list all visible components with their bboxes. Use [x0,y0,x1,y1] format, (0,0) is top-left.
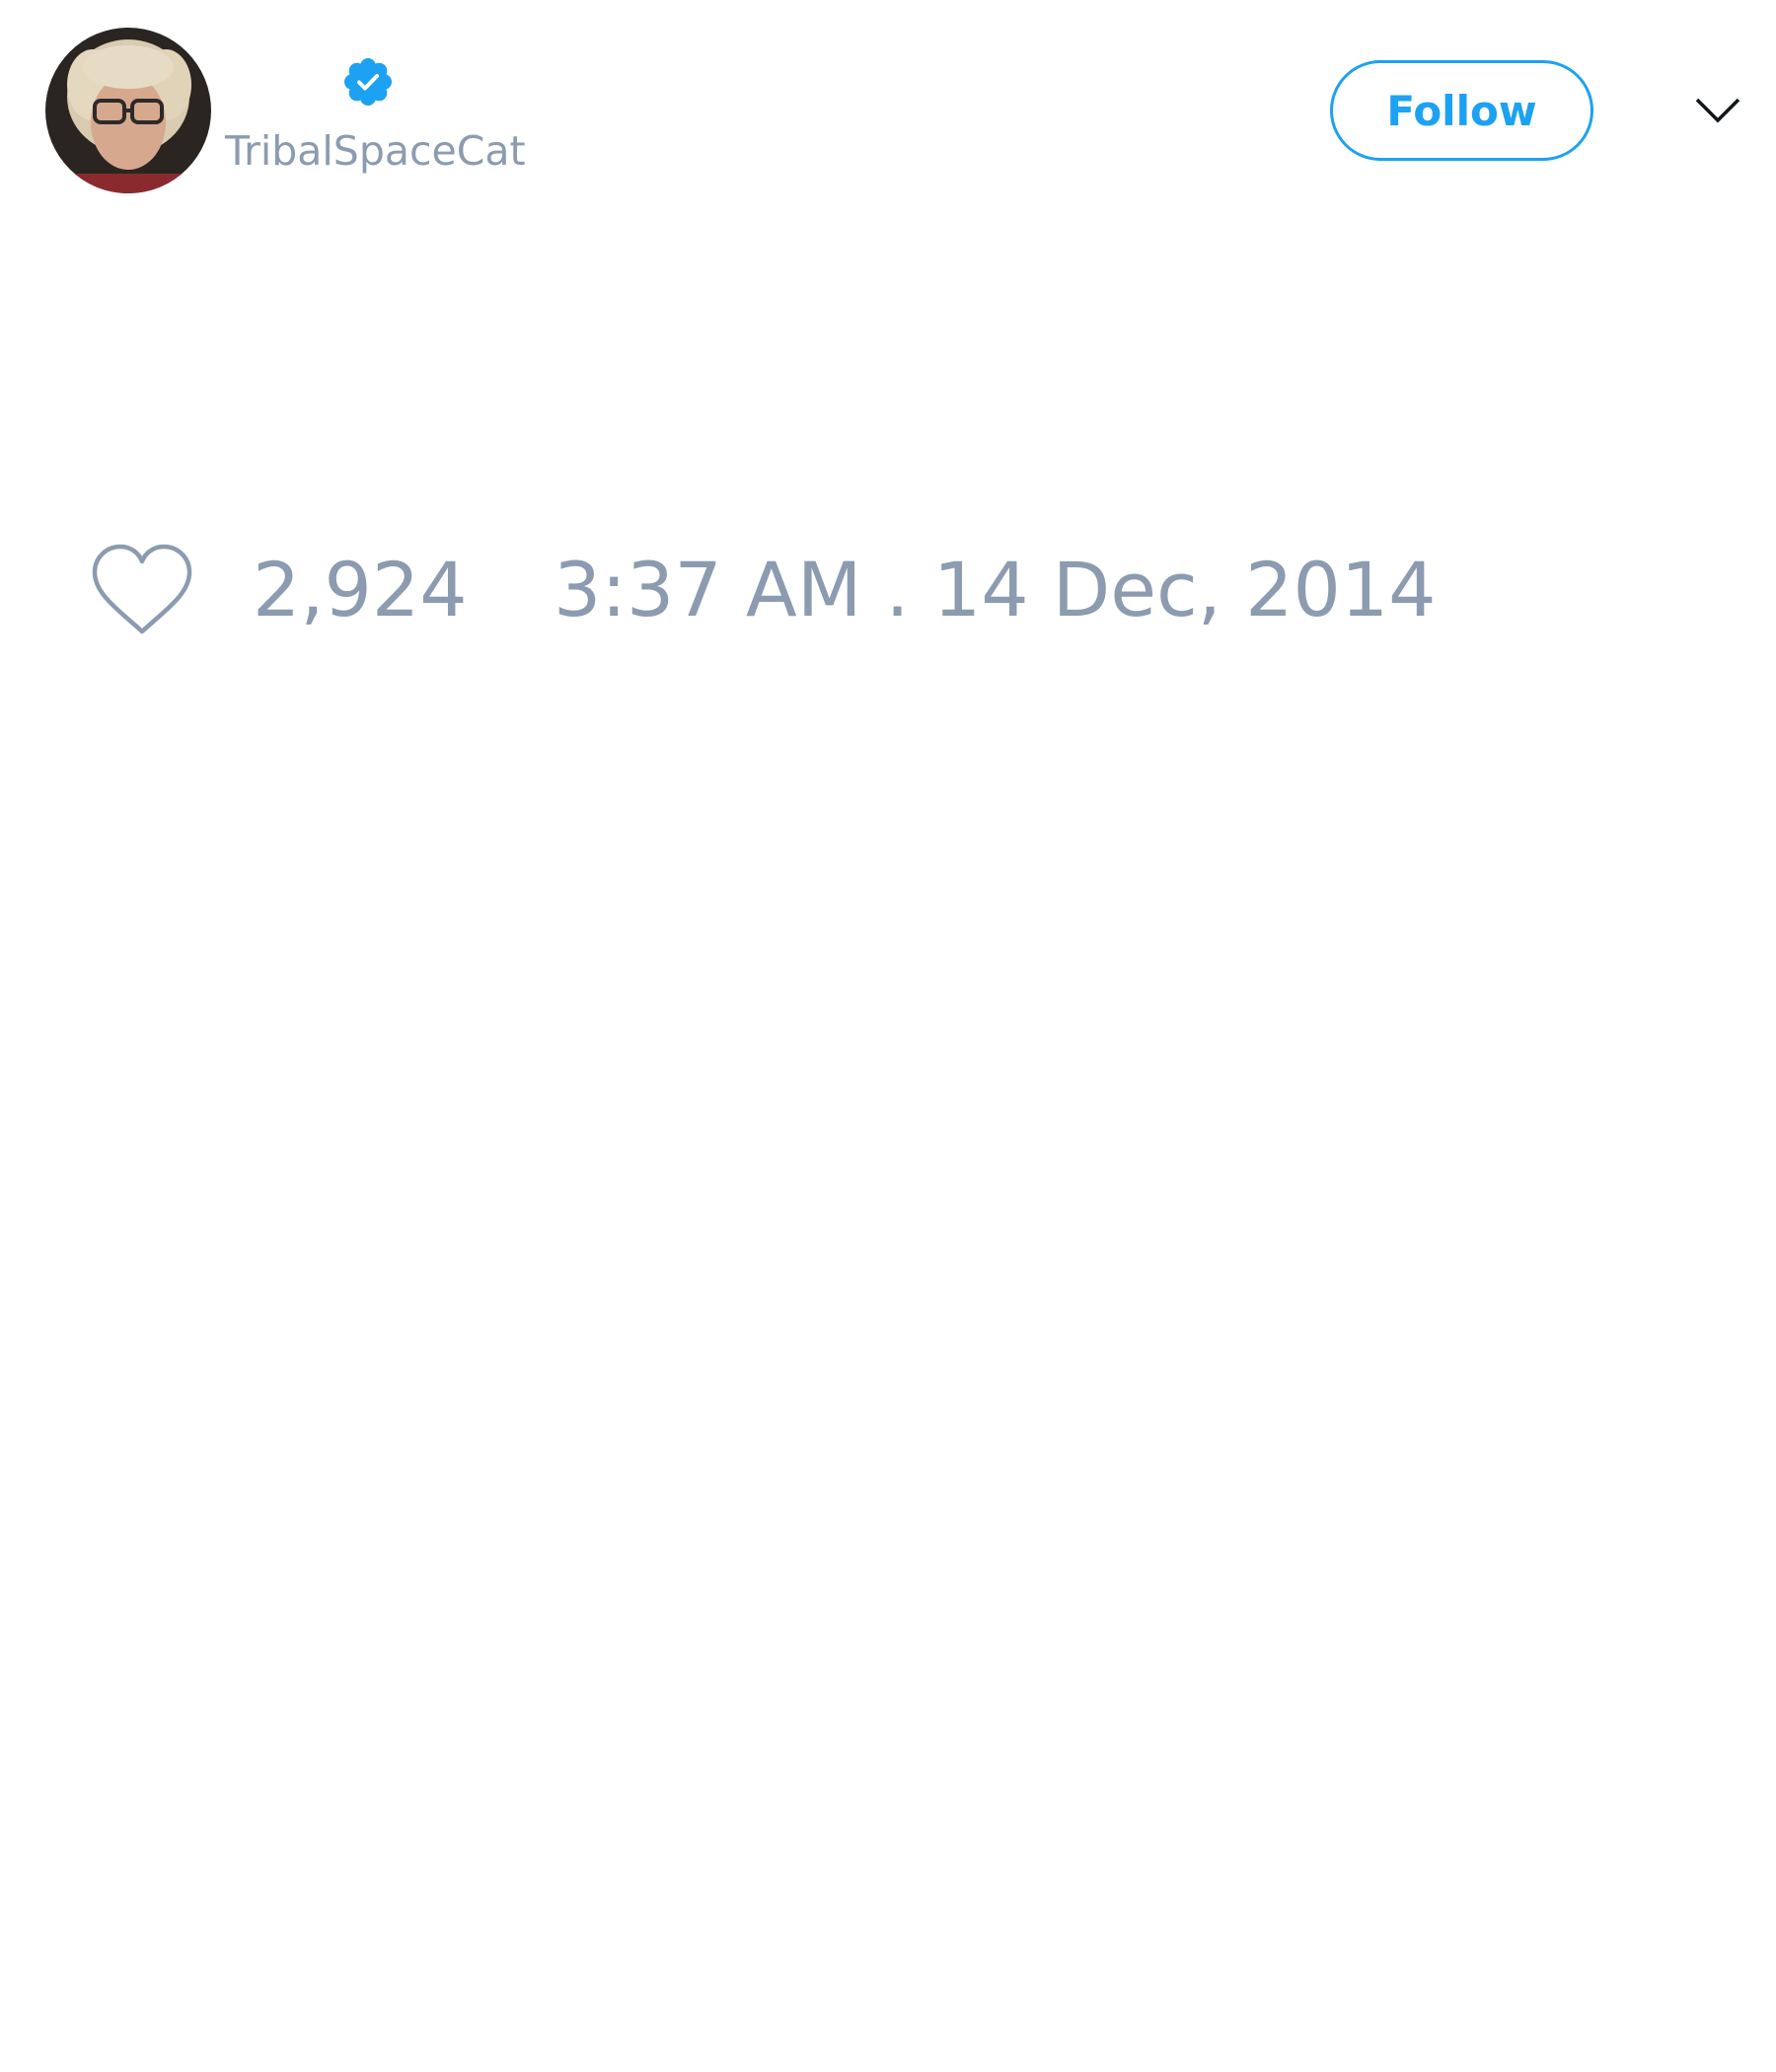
verified-badge-icon [344,58,392,106]
heart-icon[interactable] [89,543,195,636]
like-count: 2,924 [253,546,468,633]
avatar[interactable] [45,28,211,193]
follow-button[interactable]: Follow [1330,60,1593,161]
tweet-timestamp[interactable]: 3:37 AM . 14 Dec, 2014 [554,551,1437,629]
chevron-down-icon[interactable] [1694,95,1741,124]
author-handle[interactable]: TribalSpaceCat [225,126,526,176]
